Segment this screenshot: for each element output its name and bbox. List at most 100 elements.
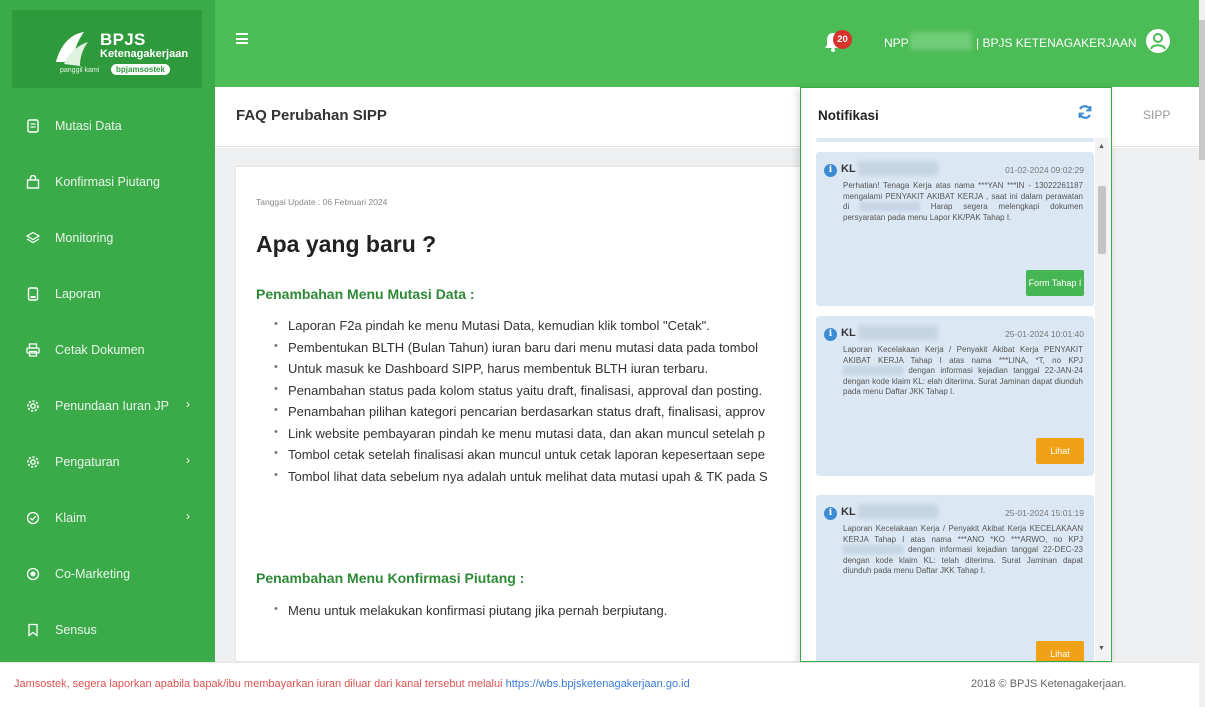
sidebar-item-label: Sensus — [55, 623, 97, 637]
notification-scroll-thumb[interactable] — [1098, 186, 1106, 254]
target-icon — [26, 567, 40, 581]
sidebar-item-konfirmasi-piutang[interactable]: Konfirmasi Piutang — [0, 154, 215, 210]
notification-header: Notifikasi — [801, 88, 1111, 138]
sidebar-item-sensus[interactable]: Sensus — [0, 602, 215, 658]
sidebar-item-klaim[interactable]: Klaim › — [0, 490, 215, 546]
sidebar-item-mutasi-data[interactable]: Mutasi Data — [0, 98, 215, 154]
file-icon — [27, 287, 39, 301]
npp-redacted — [910, 32, 972, 50]
sidebar-item-monitoring[interactable]: Monitoring — [0, 210, 215, 266]
sidebar-item-label: Cetak Dokumen — [55, 343, 145, 357]
notification-text: Laporan Kecelakaan Kerja / Penyakit Akib… — [843, 345, 1083, 365]
notification-date: 25-01-2024 10:01:40 — [1005, 329, 1084, 339]
org-name: | BPJS KETENAGAKERJAAN — [976, 36, 1137, 50]
scroll-up-arrow-icon[interactable]: ▲ — [1098, 143, 1105, 150]
lihat-button[interactable]: Lihat — [1036, 641, 1084, 661]
notification-date: 25-01-2024 15:01:19 — [1005, 508, 1084, 518]
redacted-code — [858, 161, 938, 176]
notification-code: KL — [841, 327, 856, 339]
redacted-text — [859, 202, 920, 212]
sidebar-menu: Mutasi Data Konfirmasi Piutang Monitorin… — [0, 98, 215, 658]
notification-list: i KL 01-02-2024 09:02:29 Perhatian! Tena… — [816, 138, 1094, 661]
refresh-icon[interactable] — [1077, 104, 1093, 120]
redacted-text — [843, 366, 903, 376]
info-icon: i — [824, 164, 837, 177]
mutasi-data-list: Laporan F2a pindah ke menu Mutasi Data, … — [274, 318, 768, 490]
footer-note-text: Jamsostek, segera laporkan apabila bapak… — [14, 678, 503, 690]
footer-note: Jamsostek, segera laporkan apabila bapak… — [14, 678, 690, 690]
bookmark-icon — [28, 623, 38, 637]
list-item: Untuk masuk ke Dashboard SIPP, harus mem… — [274, 361, 768, 383]
faq-card: Tanggal Update : 06 Februari 2024 Apa ya… — [235, 166, 835, 662]
bag-icon — [26, 175, 40, 189]
redacted-code — [858, 325, 938, 340]
notification-item-partial — [816, 138, 1094, 142]
list-item: Laporan F2a pindah ke menu Mutasi Data, … — [274, 318, 768, 340]
sidebar-item-laporan[interactable]: Laporan — [0, 266, 215, 322]
update-date: Tanggal Update : 06 Februari 2024 — [256, 197, 388, 207]
notification-item[interactable]: i KL 25-01-2024 15:01:19 Laporan Kecelak… — [816, 495, 1094, 661]
list-item: Penambahan status pada kolom status yait… — [274, 383, 768, 405]
sidebar-item-cetak-dokumen[interactable]: Cetak Dokumen — [0, 322, 215, 378]
redacted-code — [858, 504, 938, 519]
footer: Jamsostek, segera laporkan apabila bapak… — [0, 662, 1199, 707]
notification-body: Laporan Kecelakaan Kerja / Penyakit Akib… — [843, 524, 1083, 577]
gear-icon — [27, 400, 39, 412]
sidebar-item-label: Co-Marketing — [55, 567, 131, 581]
notification-count-badge: 20 — [833, 30, 852, 49]
sidebar-item-pengaturan[interactable]: Pengaturan › — [0, 434, 215, 490]
notification-title: Notifikasi — [818, 108, 879, 123]
notification-date: 01-02-2024 09:02:29 — [1005, 165, 1084, 175]
notification-body: Perhatian! Tenaga Kerja atas nama ***YAN… — [843, 181, 1083, 223]
layers-icon — [26, 231, 40, 244]
notification-item[interactable]: i KL 01-02-2024 09:02:29 Perhatian! Tena… — [816, 152, 1094, 306]
sidebar-item-label: Klaim — [55, 511, 87, 525]
lihat-button[interactable]: Lihat — [1036, 438, 1084, 464]
page-title: FAQ Perubahan SIPP — [236, 107, 387, 124]
sidebar-item-label: Pengaturan — [55, 455, 120, 469]
breadcrumb[interactable]: SIPP — [1143, 108, 1170, 122]
sidebar-item-label: Penundaan Iuran JP — [55, 399, 169, 413]
redacted-text — [843, 545, 903, 555]
brand-subtitle: Ketenagakerjaan — [100, 48, 189, 60]
form-tahap-button[interactable]: Form Tahap I — [1026, 270, 1084, 296]
gear-icon — [27, 456, 39, 468]
brand-tagline: panggil kami — [60, 67, 100, 74]
footer-link[interactable]: https://wbs.bpjsketenagakerjaan.go.id — [506, 678, 690, 690]
list-item: Link website pembayaran pindah ke menu m… — [274, 426, 768, 448]
sidebar-item-co-marketing[interactable]: Co-Marketing — [0, 546, 215, 602]
info-icon: i — [824, 328, 837, 341]
list-item: Menu untuk melakukan konfirmasi piutang … — [274, 603, 667, 618]
bpjs-logo-icon — [56, 32, 88, 66]
chevron-right-icon: › — [186, 509, 190, 523]
sidebar-item-label: Mutasi Data — [55, 119, 122, 133]
window-scroll-thumb[interactable] — [1199, 20, 1205, 160]
konfirmasi-piutang-list: Menu untuk melakukan konfirmasi piutang … — [274, 603, 667, 618]
chevron-right-icon: › — [186, 453, 190, 467]
brand-logo[interactable]: BPJS Ketenagakerjaan panggil kami bpjams… — [12, 10, 202, 88]
sidebar-item-penundaan-iuran-jp[interactable]: Penundaan Iuran JP › — [0, 378, 215, 434]
notification-code: KL — [841, 163, 856, 175]
list-item: Tombol lihat data sebelum nya adalah unt… — [274, 469, 768, 491]
notification-body: Laporan Kecelakaan Kerja / Penyakit Akib… — [843, 345, 1083, 398]
chevron-right-icon: › — [186, 397, 190, 411]
sidebar: BPJS Ketenagakerjaan panggil kami bpjams… — [0, 0, 215, 662]
info-icon: i — [824, 507, 837, 520]
notification-text: Laporan Kecelakaan Kerja / Penyakit Akib… — [843, 524, 1083, 544]
list-item: Tombol cetak setelah finalisasi akan mun… — [274, 447, 768, 469]
top-header: 20 NPP : | BPJS KETENAGAKERJAAN — [215, 0, 1199, 87]
section-title-mutasi-data: Penambahan Menu Mutasi Data : — [256, 286, 475, 302]
user-avatar-icon[interactable] — [1145, 28, 1171, 54]
list-item: Pembentukan BLTH (Bulan Tahun) iuran bar… — [274, 340, 768, 362]
hamburger-menu-icon[interactable] — [236, 33, 248, 44]
check-circle-icon — [26, 511, 40, 525]
notification-item[interactable]: i KL 25-01-2024 10:01:40 Laporan Kecelak… — [816, 316, 1094, 476]
sidebar-item-label: Konfirmasi Piutang — [55, 175, 160, 189]
brand-title: BPJS — [100, 30, 146, 49]
copyright: 2018 © BPJS Ketenagakerjaan. — [971, 678, 1127, 690]
scroll-down-arrow-icon[interactable]: ▼ — [1098, 645, 1105, 652]
faq-heading: Apa yang baru ? — [256, 231, 437, 257]
sidebar-item-label: Monitoring — [55, 231, 114, 245]
notification-panel: Notifikasi i KL 01-02-2024 09:02:29 Perh… — [800, 87, 1112, 662]
brand-pill: bpjamsostek — [111, 64, 170, 75]
